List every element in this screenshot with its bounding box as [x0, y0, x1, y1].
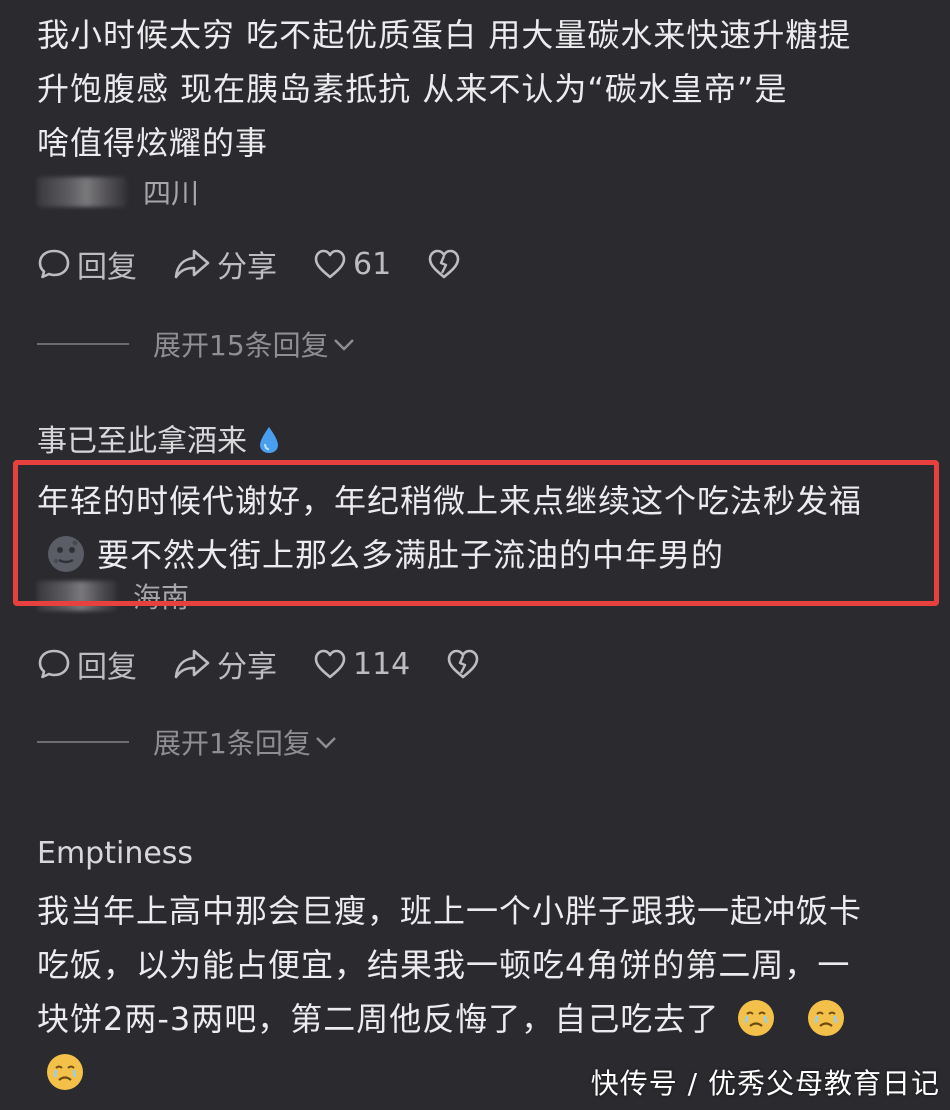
like-count: 61	[353, 246, 392, 282]
share-arrow-icon	[174, 649, 210, 679]
comment-actions: 回复 分享 61	[37, 242, 930, 286]
share-label: 分享	[217, 250, 277, 285]
broken-heart-icon	[428, 249, 460, 279]
crying-face-emoji-icon	[47, 1054, 83, 1090]
comment-actions: 回复 分享 114	[37, 642, 930, 686]
expand-replies[interactable]: 展开15条回复	[37, 324, 930, 364]
comment-line: 升饱腹感 现在胰岛素抵抗 从来不认为“碳水皇帝”是	[37, 70, 788, 108]
chevron-down-icon	[315, 737, 336, 749]
expand-label: 展开15条回复	[153, 329, 329, 362]
reply-bubble-icon	[38, 649, 70, 679]
comment-item: 我小时候太穷 吃不起优质蛋白 用大量碳水来快速升糖提 升饱腹感 现在胰岛素抵抗 …	[37, 8, 930, 364]
comment-meta: 四川	[37, 172, 930, 212]
comment-line: 块饼2两-3两吧，第二周他反悔了，自己吃去了	[37, 1000, 720, 1038]
share-button[interactable]: 分享	[173, 642, 277, 686]
like-button[interactable]: 61	[313, 247, 391, 282]
share-button[interactable]: 分享	[173, 242, 277, 286]
reply-bubble-icon	[38, 249, 70, 279]
expand-label: 展开1条回复	[153, 727, 311, 760]
highlight-annotation-box	[13, 460, 939, 606]
username[interactable]: 事已至此拿酒来	[37, 422, 930, 462]
chevron-down-icon	[333, 339, 354, 351]
like-count: 114	[353, 646, 411, 682]
dislike-button[interactable]	[427, 248, 467, 280]
share-label: 分享	[217, 650, 277, 685]
crying-face-emoji-icon	[738, 1000, 775, 1036]
heart-icon	[314, 249, 346, 279]
comment-line: 我当年上高中那会巨瘦，班上一个小胖子跟我一起冲饭卡	[37, 892, 863, 930]
reply-button[interactable]: 回复	[37, 642, 137, 686]
reply-label: 回复	[77, 250, 137, 285]
comment-feed: 我小时候太穷 吃不起优质蛋白 用大量碳水来快速升糖提 升饱腹感 现在胰岛素抵抗 …	[0, 0, 950, 1110]
like-button[interactable]: 114	[313, 647, 410, 682]
username[interactable]: Emptiness	[37, 834, 930, 874]
reply-button[interactable]: 回复	[37, 242, 137, 286]
comment-text: 我小时候太穷 吃不起优质蛋白 用大量碳水来快速升糖提 升饱腹感 现在胰岛素抵抗 …	[37, 8, 930, 170]
watermark-text: 快传号 / 优秀父母教育日记	[590, 1067, 940, 1100]
expand-replies[interactable]: 展开1条回复	[37, 722, 930, 762]
blurred-avatar	[37, 177, 127, 207]
water-drop-icon	[259, 427, 278, 453]
heart-icon	[314, 649, 346, 679]
reply-label: 回复	[77, 650, 137, 685]
crying-face-emoji-icon	[807, 1000, 844, 1036]
dislike-button[interactable]	[446, 648, 486, 680]
comment-line: 啥值得炫耀的事	[37, 124, 269, 162]
divider-line	[37, 741, 129, 743]
divider-line	[37, 343, 129, 345]
share-arrow-icon	[174, 249, 210, 279]
location-label: 四川	[143, 177, 200, 210]
comment-line: 我小时候太穷 吃不起优质蛋白 用大量碳水来快速升糖提	[37, 16, 852, 54]
broken-heart-icon	[447, 649, 479, 679]
comment-line: 吃饭，以为能占便宜，结果我一顿吃4角饼的第二周，一	[37, 946, 851, 984]
username-text: 事已至此拿酒来	[37, 424, 247, 459]
comment-item: Emptiness 我当年上高中那会巨瘦，班上一个小胖子跟我一起冲饭卡 吃饭，以…	[37, 834, 930, 1100]
